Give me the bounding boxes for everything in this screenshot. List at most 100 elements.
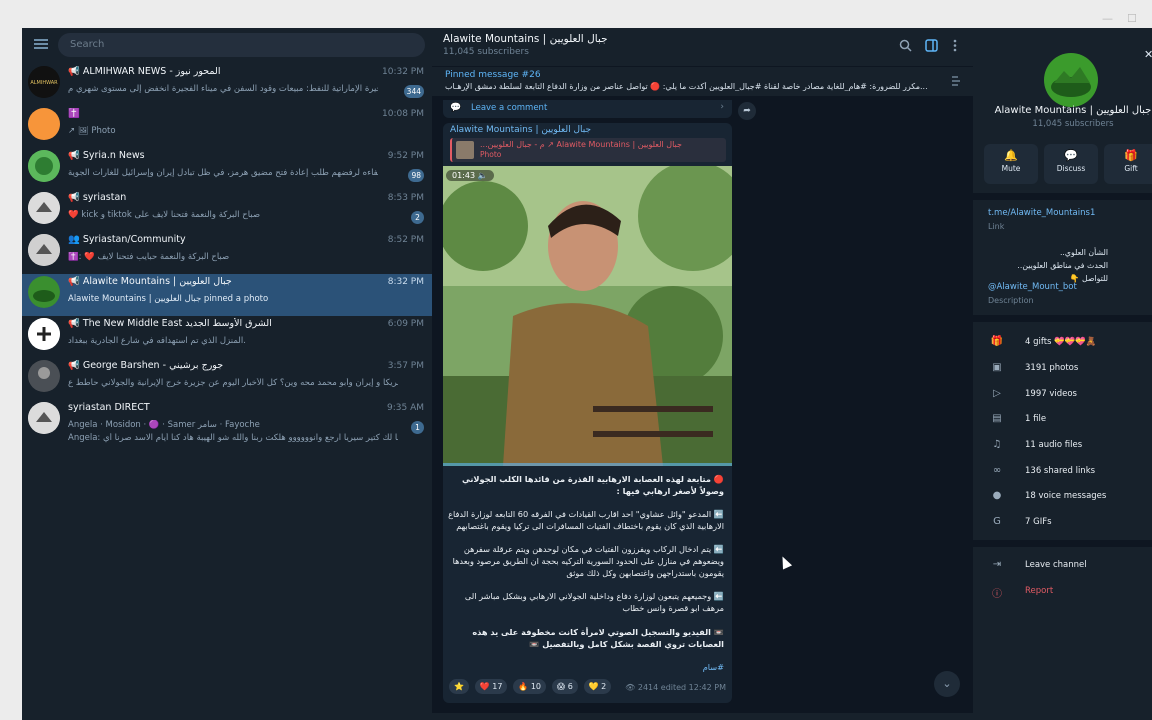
pinned-text: مكرر للضرورة: #هام_للغاية مصادر خاصة لقن… xyxy=(445,82,928,91)
chat-item[interactable]: 📢 The New Middle East الشرق الأوسط الجدي… xyxy=(22,316,432,358)
chat-time: 9:35 AM xyxy=(387,403,424,413)
mute-button[interactable]: 🔔 Mute xyxy=(984,144,1038,184)
post-hashtag[interactable]: #سام xyxy=(448,661,724,673)
chat-preview: العالم يحرب أمريكا و إيران وأبو محمد محه… xyxy=(68,378,398,388)
unread-badge: 98 xyxy=(408,169,424,182)
leave-comment-label: Leave a comment xyxy=(471,103,548,113)
file-icon: ▤ xyxy=(992,413,1002,424)
forwarded-reply[interactable]: ...م - جبال العلويين ↗ Alawite Mountains… xyxy=(450,138,726,162)
divider xyxy=(973,315,1152,322)
pinned-label: Pinned message #26 xyxy=(445,70,541,80)
chat-name: 📢 Syria.n News xyxy=(68,150,145,161)
avatar xyxy=(28,402,60,434)
reaction[interactable]: ⭐ xyxy=(449,679,469,694)
more-icon[interactable] xyxy=(952,39,958,52)
comment-icon: 💬 xyxy=(450,103,462,113)
stat-gifs[interactable]: G 7 GIFs xyxy=(973,511,1152,535)
chat-preview: ✝️: ❤️ صباح البركة والنعمة حبايب فتحنا ل… xyxy=(68,252,230,262)
photo-icon: ▣ xyxy=(992,362,1002,373)
stat-label: 1 file xyxy=(1025,414,1047,424)
chat-time: 8:32 PM xyxy=(387,277,424,287)
video-progress[interactable] xyxy=(443,463,732,466)
channel-header[interactable]: Alawite Mountains | جبال العلويين 11,045… xyxy=(432,28,973,66)
scroll-down-icon[interactable]: ⌄ xyxy=(934,671,960,697)
gift-button[interactable]: 🎁 Gift xyxy=(1104,144,1152,184)
headphones-icon: ♫ xyxy=(992,439,1002,450)
chat-name: 📢 The New Middle East الشرق الأوسط الجدي… xyxy=(68,318,272,329)
stat-gifts[interactable]: 🎁 4 gifts 💝💝💝🧸 xyxy=(973,331,1152,355)
stat-label: 136 shared links xyxy=(1025,466,1096,476)
video-icon: ▷ xyxy=(993,388,1001,399)
gift-icon: 🎁 xyxy=(990,336,1004,347)
svg-text:ALMIHWAR: ALMIHWAR xyxy=(30,80,58,86)
avatar xyxy=(28,108,60,140)
report-button[interactable]: ⓘ Report xyxy=(973,580,1152,604)
reaction[interactable]: 💛 2 xyxy=(583,679,612,694)
reactions: ⭐ ❤️ 17 🔥 10 😱 6 💛 2 xyxy=(449,678,613,694)
channel-info-panel: ✕ Alawite Mountains | جبال العلويين 11,0… xyxy=(973,28,1152,720)
chat-item[interactable]: syriastan DIRECT 9:35 AM Angela · Mosido… xyxy=(22,400,432,452)
discuss-label: Discuss xyxy=(1056,164,1086,173)
reaction[interactable]: 🔥 10 xyxy=(513,679,546,694)
stat-label: 1997 videos xyxy=(1025,389,1077,399)
stat-links[interactable]: ∞ 136 shared links xyxy=(973,460,1152,484)
chat-bubble-icon: 💬 xyxy=(1064,149,1078,162)
share-icon[interactable]: ➦ xyxy=(738,102,756,120)
bot-link[interactable]: @Alawite_Mount_bot xyxy=(988,282,1077,292)
stat-files[interactable]: ▤ 1 file xyxy=(973,408,1152,432)
video-thumbnail xyxy=(443,166,732,466)
stat-photos[interactable]: ▣ 3191 photos xyxy=(973,357,1152,381)
chat-name: 📢 syriastan xyxy=(68,192,127,203)
stat-voice[interactable]: ● 18 voice messages xyxy=(973,485,1152,509)
composer-strip xyxy=(432,713,973,720)
search-icon[interactable] xyxy=(899,39,912,52)
close-icon[interactable]: ✕ xyxy=(1144,48,1152,61)
post-video[interactable]: 01:43 🔈 xyxy=(443,166,732,466)
chat-item[interactable]: ✝️ 10:08 PM ↗ 🖼 Photo xyxy=(22,106,432,148)
exit-icon: ⇥ xyxy=(992,559,1002,570)
menu-icon[interactable] xyxy=(34,39,48,49)
pinned-message-bar[interactable]: Pinned message #26 مكرر للضرورة: #هام_لل… xyxy=(432,66,973,96)
chat-time: 6:09 PM xyxy=(387,319,424,329)
chat-item[interactable]: 📢 George Barshen - جورج برشيني 3:57 PM ا… xyxy=(22,358,432,400)
chat-preview: منظمة الفجيرة الإماراتية للنفط: مبيعات و… xyxy=(68,84,378,94)
chat-item[interactable]: 👥 Syriastan/Community 8:52 PM ✝️: ❤️ صبا… xyxy=(22,232,432,274)
search-input[interactable]: Search xyxy=(58,33,425,57)
unread-badge: 1 xyxy=(411,421,424,434)
chat-preview: Alawite Mountains | جبال العلويين pinned… xyxy=(68,294,269,304)
leave-comment-bar[interactable]: 💬 Leave a comment › xyxy=(443,100,732,118)
bell-icon: 🔔 xyxy=(1004,149,1018,162)
maximize-icon[interactable]: ☐ xyxy=(1127,12,1137,25)
reaction[interactable]: ❤️ 17 xyxy=(474,679,508,694)
avatar xyxy=(28,150,60,182)
stat-label: 18 voice messages xyxy=(1025,491,1107,501)
avatar xyxy=(28,360,60,392)
channel-avatar xyxy=(1044,53,1098,107)
description-label: Description xyxy=(988,296,1034,305)
chat-item[interactable]: ALMIHWAR 📢 ALMIHWAR NEWS - المحور نيوز 1… xyxy=(22,64,432,106)
pin-list-icon[interactable] xyxy=(949,74,963,88)
minimize-icon[interactable]: — xyxy=(1102,12,1113,25)
channel-title: Alawite Mountains | جبال العلويين xyxy=(443,33,608,45)
gift-label: Gift xyxy=(1124,164,1138,173)
chat-item[interactable]: 📢 syriastan 8:53 PM ❤️ kick و tiktok صبا… xyxy=(22,190,432,232)
unread-badge: 2 xyxy=(411,211,424,224)
channel-link[interactable]: t.me/Alawite_Mountains1 xyxy=(988,208,1095,218)
chat-preview: انتقد ترامب حلفاءه لرفضهم طلب إعادة فتح … xyxy=(68,168,378,178)
post-paragraph: ⬅️ المدعو "وائل عشاوي" احد اقارب القيادا… xyxy=(448,509,724,531)
chat-item[interactable]: 📢 Syria.n News 9:52 PM انتقد ترامب حلفاء… xyxy=(22,148,432,190)
avatar: ALMIHWAR xyxy=(28,66,60,98)
stat-audio[interactable]: ♫ 11 audio files xyxy=(973,434,1152,458)
profile-name: Alawite Mountains | جبال العلويين xyxy=(994,105,1152,116)
stat-label: 11 audio files xyxy=(1025,440,1083,450)
sidebar-toggle-icon[interactable] xyxy=(925,39,938,52)
post-author: Alawite Mountains | جبال العلويين xyxy=(450,125,592,135)
stat-videos[interactable]: ▷ 1997 videos xyxy=(973,383,1152,407)
leave-channel-button[interactable]: ⇥ Leave channel xyxy=(973,554,1152,578)
post-paragraph: ⬅️ يتم ادخال الركاب ويفرزون الفتيات في م… xyxy=(452,544,724,578)
chat-item-active[interactable]: 📢 Alawite Mountains | جبال العلويين 8:32… xyxy=(22,274,432,316)
chat-name: syriastan DIRECT xyxy=(68,402,150,413)
reaction[interactable]: 😱 6 xyxy=(551,679,578,694)
discuss-button[interactable]: 💬 Discuss xyxy=(1044,144,1098,184)
post-paragraph: 🔴 متابعة لهذه العصابة الارهابية القذرة م… xyxy=(462,474,724,496)
